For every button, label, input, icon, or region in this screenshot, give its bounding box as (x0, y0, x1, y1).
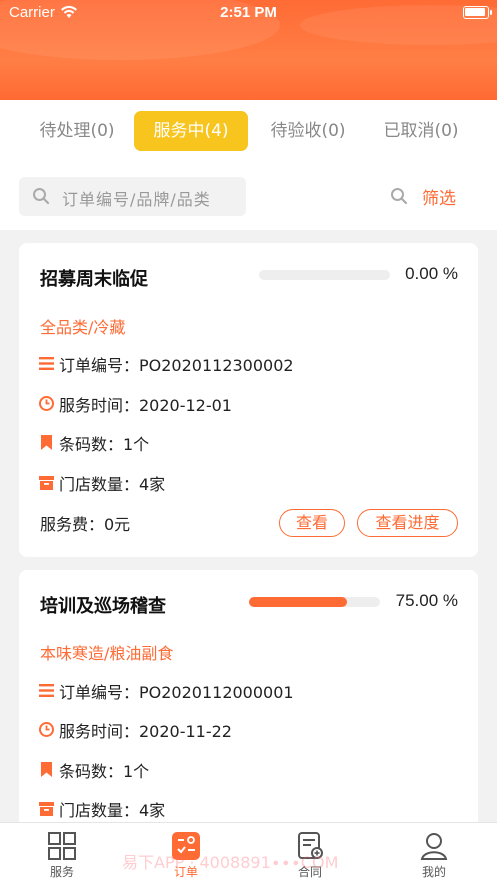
progress-percent: 0.00 % (405, 264, 458, 283)
search-icon (33, 188, 50, 205)
grid-icon (48, 832, 76, 860)
status-bar: Carrier 2:51 PM (0, 0, 497, 26)
bookmark-icon (41, 762, 52, 777)
battery-icon (463, 6, 492, 19)
barcode-count: 条码数：1个 (59, 435, 150, 454)
tab-cancelled[interactable]: 已取消(0) (372, 111, 470, 151)
service-time: 服务时间：2020-11-22 (59, 722, 232, 741)
view-progress-button[interactable]: 查看进度 (357, 509, 458, 537)
store-count: 门店数量：4家 (59, 475, 166, 494)
progress-fill (249, 597, 348, 607)
header-banner: Carrier 2:51 PM (0, 0, 497, 100)
nav-label: 我的 (421, 865, 446, 879)
service-fee: 服务费：0元 (40, 515, 131, 534)
box-icon (39, 802, 54, 816)
order-category: 全品类/冷藏 (40, 318, 126, 337)
order-number: 订单编号：PO2020112000001 (59, 683, 294, 702)
clock: 2:51 PM (220, 4, 277, 21)
order-card[interactable]: 培训及巡场稽查 75.00 % 本味寒造/粮油副食 订单编号：PO2020112… (19, 570, 478, 830)
order-number: 订单编号：PO2020112300002 (59, 356, 294, 375)
watermark: 易下APP · 4008891∙∙∙COM (122, 853, 339, 872)
clock-icon (39, 396, 54, 411)
tab-pending[interactable]: 待处理(0) (26, 111, 128, 151)
order-title: 培训及巡场稽查 (40, 596, 166, 617)
nav-service[interactable]: 服务 (27, 831, 97, 880)
box-icon (39, 476, 54, 490)
search-icon (391, 188, 408, 205)
filter-panel: 待处理(0) 服务中(4) 待验收(0) 已取消(0) 订单编号/品牌/品类 筛… (0, 100, 497, 230)
bookmark-icon (41, 435, 52, 450)
store-count: 门店数量：4家 (59, 801, 166, 820)
service-time: 服务时间：2020-12-01 (59, 396, 232, 415)
search-input[interactable]: 订单编号/品牌/品类 (19, 177, 246, 216)
clock-icon (39, 722, 54, 737)
progress-bar (249, 597, 380, 607)
user-icon (420, 833, 448, 860)
order-category: 本味寒造/粮油副食 (40, 644, 174, 663)
tab-in-service[interactable]: 服务中(4) (134, 111, 248, 151)
progress-percent: 75.00 % (395, 591, 458, 610)
barcode-count: 条码数：1个 (59, 762, 150, 781)
view-button[interactable]: 查看 (279, 509, 345, 537)
list-icon (39, 684, 54, 697)
progress-bar (259, 270, 390, 280)
order-title: 招募周末临促 (40, 269, 148, 290)
filter-label: 筛选 (422, 189, 456, 209)
nav-mine[interactable]: 我的 (399, 831, 469, 880)
order-card[interactable]: 招募周末临促 0.00 % 全品类/冷藏 订单编号：PO202011230000… (19, 243, 478, 557)
list-icon (39, 357, 54, 370)
tab-awaiting-acceptance[interactable]: 待验收(0) (256, 111, 360, 151)
nav-label: 服务 (49, 865, 74, 879)
search-placeholder: 订单编号/品牌/品类 (62, 190, 211, 209)
